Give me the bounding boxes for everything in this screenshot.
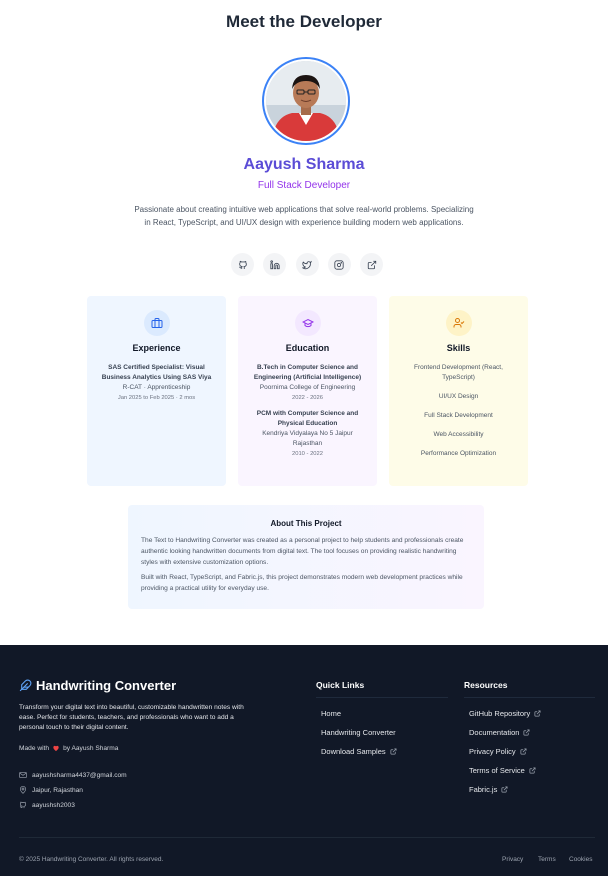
portfolio-button[interactable] (360, 253, 383, 276)
experience-card: Experience SAS Certified Specialist: Vis… (87, 296, 226, 486)
avatar-photo (266, 61, 346, 141)
avatar (262, 57, 350, 145)
about-paragraph: Built with React, TypeScript, and Fabric… (141, 574, 463, 592)
education-school: Poornima College of Engineering (259, 384, 356, 391)
github-icon (19, 801, 27, 809)
linkedin-icon (270, 259, 280, 269)
footer-brand[interactable]: Handwriting Converter (19, 678, 176, 693)
developer-role: Full Stack Developer (257, 180, 351, 191)
footer-link-terms-of-service[interactable]: Terms of Service (469, 766, 536, 775)
quick-links-title: Quick Links (316, 680, 365, 690)
quick-links-divider (316, 697, 448, 698)
skill-item: Performance Optimization (420, 450, 497, 457)
external-link-icon (534, 710, 541, 717)
instagram-button[interactable] (327, 253, 351, 276)
external-link-icon (501, 786, 508, 793)
footer-link-github-repo[interactable]: GitHub Repository (469, 709, 541, 718)
github-button[interactable] (231, 253, 254, 276)
footer-description: Transform your digital text into beautif… (19, 704, 244, 731)
resources-divider (464, 697, 595, 698)
experience-role: SAS Certified Specialist: Visual Busines… (101, 364, 212, 381)
footer-link-documentation[interactable]: Documentation (469, 728, 530, 737)
developer-bio: Passionate about creating intuitive web … (134, 205, 474, 227)
external-link-icon (390, 748, 397, 755)
github-icon (238, 260, 247, 269)
footer-brand-name: Handwriting Converter (36, 678, 177, 693)
contact-email[interactable]: aayushsharma4437@gmail.com (19, 771, 127, 779)
page-title: Meet the Developer (226, 12, 382, 31)
user-check-icon (445, 310, 472, 336)
skills-card: Skills Frontend Development (React, Type… (389, 296, 528, 486)
footer-link-fabricjs[interactable]: Fabric.js (469, 785, 508, 794)
contact-github[interactable]: aayushsh2003 (19, 801, 75, 809)
education-card: Education B.Tech in Computer Science and… (238, 296, 377, 486)
mail-icon (19, 772, 27, 778)
footer-link-terms[interactable]: Terms (538, 856, 556, 863)
briefcase-icon (143, 310, 170, 336)
footer-link-home[interactable]: Home (321, 709, 341, 718)
skills-title: Skills (446, 343, 471, 353)
feather-icon (19, 679, 32, 692)
external-link-icon (529, 767, 536, 774)
education-years: 2010 - 2022 (292, 451, 323, 457)
linkedin-button[interactable] (263, 253, 287, 276)
email-text: aayushsharma4437@gmail.com (32, 771, 127, 779)
footer-link-privacy[interactable]: Privacy (502, 856, 523, 863)
about-paragraph: The Text to Handwriting Converter was cr… (141, 537, 464, 566)
made-with: Made with by Aayush Sharma (19, 744, 118, 752)
experience-title: Experience (132, 343, 181, 353)
external-link-icon (367, 260, 376, 269)
footer-link-privacy-policy[interactable]: Privacy Policy (469, 747, 527, 756)
skill-item: Frontend Development (React, TypeScript) (414, 364, 503, 381)
experience-company: R-CAT · Apprenticeship (122, 384, 191, 391)
footer-bottom-divider (19, 837, 595, 838)
map-pin-icon (19, 786, 27, 794)
education-school: Kendriya Vidyalaya No 5 Jaipur Rajasthan (262, 430, 353, 447)
education-degree: B.Tech in Computer Science and Engineeri… (253, 364, 362, 381)
footer-link-cookies[interactable]: Cookies (569, 856, 592, 863)
skill-item: UI/UX Design (438, 393, 479, 400)
education-degree: PCM with Computer Science and Physical E… (256, 410, 359, 427)
graduation-cap-icon (294, 310, 321, 336)
heart-icon (53, 745, 59, 751)
experience-dates: Jan 2025 to Feb 2025 · 2 mos (117, 395, 196, 401)
developer-name: Aayush Sharma (243, 156, 365, 173)
twitter-icon (302, 260, 312, 269)
location-text: Jaipur, Rajasthan (32, 786, 83, 794)
education-years: 2022 - 2026 (292, 395, 323, 401)
social-links (231, 253, 383, 276)
external-link-icon (523, 729, 530, 736)
footer-link-download-samples[interactable]: Download Samples (321, 747, 397, 756)
github-username: aayushsh2003 (32, 801, 75, 809)
about-title: About This Project (270, 519, 342, 528)
contact-location: Jaipur, Rajasthan (19, 786, 83, 794)
footer-link-converter[interactable]: Handwriting Converter (321, 728, 396, 737)
about-project-card: About This Project The Text to Handwriti… (128, 505, 484, 609)
resources-title: Resources (464, 680, 508, 690)
made-with-author: by Aayush Sharma (63, 744, 119, 752)
external-link-icon (520, 748, 527, 755)
made-with-prefix: Made with (19, 744, 50, 752)
skill-item: Web Accessibility (433, 431, 484, 438)
twitter-button[interactable] (295, 253, 319, 276)
skill-item: Full Stack Development (424, 412, 493, 419)
instagram-icon (334, 259, 344, 270)
copyright: © 2025 Handwriting Converter. All rights… (19, 856, 164, 863)
education-title: Education (285, 343, 330, 353)
